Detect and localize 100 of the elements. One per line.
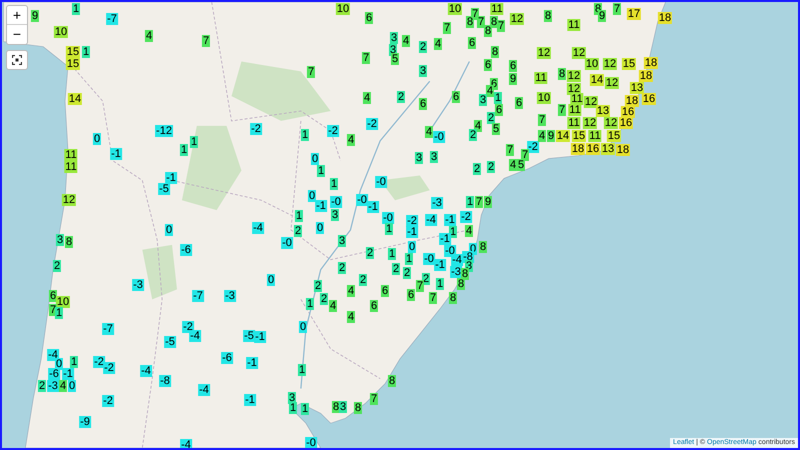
temperature-marker: 12 [602,58,618,70]
temperature-marker: 8 [456,278,466,290]
temperature-marker: 18 [644,57,658,69]
temperature-marker: 9 [30,10,40,22]
temperature-marker: 1 [306,298,314,310]
temperature-marker: 13 [600,143,616,155]
temperature-marker: 4 [144,30,154,42]
temperature-marker: 1 [82,46,90,58]
temperature-marker: -1 [246,357,258,369]
temperature-marker: -2 [250,123,262,135]
temperature-marker: 1 [388,248,396,260]
temperature-marker: 5 [516,159,526,171]
temperature-marker: 1 [54,307,64,319]
temperature-marker: -6 [180,244,192,256]
temperature-marker: -0 [375,176,387,188]
temperature-marker: -1 [62,368,74,380]
temperature-marker: 4 [464,225,474,237]
temperature-marker: 7 [428,292,438,304]
temperature-marker: 8 [460,268,470,280]
temperature-marker: 5 [390,53,400,65]
temperature-marker: -1 [367,201,379,213]
temperature-marker: 15 [606,130,622,142]
temperature-marker: 4 [346,285,356,297]
temperature-marker: -4 [451,254,463,266]
temperature-marker: 13 [596,105,610,117]
temperature-marker: 6 [484,59,492,71]
temperature-marker: 8 [388,375,396,387]
temperature-marker: 3 [388,44,398,56]
temperature-marker: -2 [406,215,418,227]
temperature-marker: -0 [423,253,435,265]
temperature-marker: -4 [189,330,201,342]
temperature-marker: -0 [444,245,456,257]
temperature-marker: 1 [466,196,474,208]
temperature-marker: -1 [110,148,122,160]
temperature-marker: -3 [224,290,236,302]
temperature-marker: -0 [433,131,445,143]
temperature-marker: -2 [102,395,114,407]
temperature-marker: 1 [494,92,502,104]
temperature-marker: 11 [64,149,78,161]
temperature-marker: 7 [416,280,424,292]
temperature-marker: 1 [298,364,306,376]
temperature-marker: 1 [72,3,80,15]
temperature-marker: 2 [468,129,478,141]
temperature-marker: 1 [294,210,304,222]
temperature-marker: 2 [472,163,482,175]
temperature-marker: 0 [308,190,316,202]
temperature-marker: 2 [52,260,62,272]
temperature-marker: 15 [622,58,636,70]
temperature-marker: 0 [310,153,320,165]
temperature-marker: 3 [56,234,64,246]
temperature-marker: 2 [338,262,346,274]
temperature-marker: -0 [305,437,317,448]
temperature-marker: 11 [567,117,581,129]
temperature-marker: -2 [527,141,539,153]
temperature-marker: 4 [434,38,442,50]
temperature-marker: -0 [281,237,293,249]
temperature-marker: 8 [64,236,74,248]
temperature-marker: 7 [442,22,452,34]
temperature-marker: -9 [79,416,91,428]
temperature-marker: 14 [590,74,604,86]
temperature-marker: 4 [486,85,494,97]
temperature-marker: -3 [431,197,443,209]
fullscreen-button[interactable] [6,50,28,70]
temperature-marker: 2 [486,161,496,173]
temperature-marker: 6 [508,60,518,72]
temperature-marker: -4 [252,222,264,234]
temperature-marker: 1 [190,136,198,148]
temperature-marker: -5 [158,183,170,195]
temperature-marker: 7 [612,3,622,15]
temperature-marker: 3 [390,32,398,44]
temperature-marker: 12 [584,96,598,108]
temperature-marker: 7 [506,144,514,156]
temperature-marker: 1 [300,129,310,141]
temperature-marker: 8 [354,402,362,414]
temperature-marker: 18 [624,95,640,107]
temperature-marker: 2 [314,280,322,292]
temperature-marker: -1 [315,200,327,212]
temperature-marker: 12 [510,13,524,25]
temperature-marker: 9 [546,130,556,142]
temperature-marker: 0 [68,380,76,392]
temperature-marker: -12 [155,125,173,137]
temperature-marker: 4 [346,311,356,323]
temperature-marker: 6 [514,97,524,109]
temperature-marker: 4 [346,134,356,146]
temperature-marker: -2 [93,356,105,368]
temperature-marker: 8 [490,46,500,58]
temperature-marker: 12 [536,47,552,59]
temperature-marker: 16 [618,117,634,129]
temperature-marker: 0 [92,133,102,145]
temperature-marker: -7 [192,290,204,302]
zoom-out-button[interactable]: − [7,25,27,44]
temperature-marker: 6 [406,289,416,301]
temperature-marker: 11 [490,3,504,15]
temperature-marker: 2 [358,274,368,286]
temperature-marker: 4 [538,130,546,142]
temperature-marker: -1 [444,214,456,226]
temperature-marker: 2 [396,91,406,103]
temperature-marker: 11 [570,93,584,105]
zoom-in-button[interactable]: + [7,6,27,25]
temperature-marker: 2 [422,273,430,285]
